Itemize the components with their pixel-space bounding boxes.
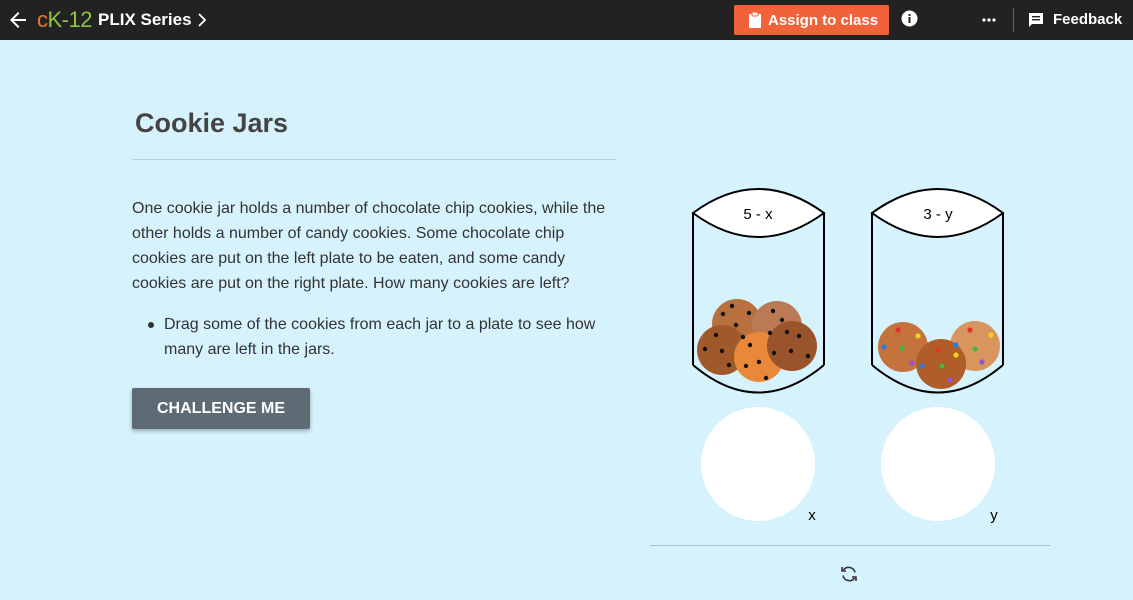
toolbar-divider — [1013, 8, 1014, 32]
top-bar: cK-12 PLIX Series Assign to class Feedba… — [0, 0, 1133, 40]
challenge-me-button[interactable]: CHALLENGE ME — [132, 388, 310, 429]
left-plate-label: x — [808, 507, 816, 524]
instruction-list: Drag some of the cookies from each jar t… — [148, 312, 618, 362]
chocolate-chip-cookies[interactable] — [697, 299, 817, 382]
more-icon[interactable] — [979, 13, 999, 27]
instruction-item: Drag some of the cookies from each jar t… — [164, 316, 596, 358]
left-jar-label: 5 - x — [743, 206, 773, 223]
chevron-right-icon[interactable] — [195, 12, 209, 28]
bullet-icon — [148, 322, 154, 328]
series-link[interactable]: PLIX Series — [98, 10, 192, 30]
back-arrow-icon[interactable] — [6, 8, 30, 32]
right-plate[interactable] — [881, 407, 995, 521]
cookie-jar-simulation: 5 - x 3 - y x y — [691, 188, 1005, 524]
candy-cookies[interactable] — [878, 321, 1000, 389]
assign-label: Assign to class — [768, 11, 879, 29]
title-divider — [132, 159, 616, 160]
feedback-icon[interactable] — [1027, 11, 1045, 29]
feedback-button[interactable]: Feedback — [1053, 11, 1122, 29]
simulation-divider — [650, 545, 1050, 546]
right-plate-label: y — [990, 507, 998, 524]
description-text: One cookie jar holds a number of chocola… — [132, 200, 606, 292]
refresh-icon[interactable] — [839, 564, 859, 584]
info-icon[interactable] — [901, 10, 918, 27]
clipboard-icon — [749, 12, 761, 28]
left-plate[interactable] — [701, 407, 815, 521]
page-title: Cookie Jars — [135, 108, 289, 138]
ck12-logo[interactable]: cK-12 — [37, 7, 92, 33]
assign-to-class-button[interactable]: Assign to class — [734, 5, 889, 35]
right-jar-label: 3 - y — [923, 206, 953, 223]
